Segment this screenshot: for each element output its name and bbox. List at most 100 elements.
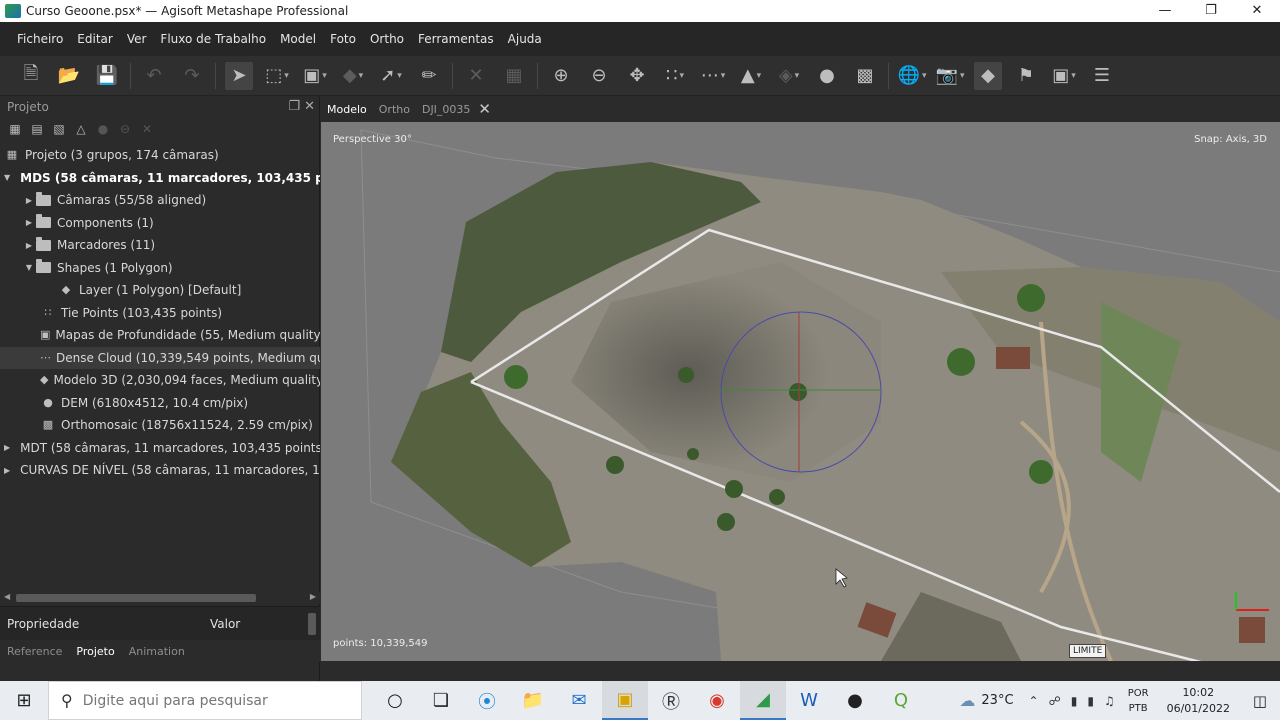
tree-item-project[interactable]: ▦ Projeto (3 grupos, 174 câmaras) xyxy=(0,144,320,167)
marker-tool-icon[interactable]: △ xyxy=(70,122,92,136)
app-c-icon[interactable]: Ⓡ xyxy=(648,681,694,720)
minimize-button[interactable]: — xyxy=(1142,0,1188,22)
zoom-out-icon[interactable]: ⊖ xyxy=(585,62,613,90)
task-view-icon[interactable]: ❏ xyxy=(418,681,464,720)
tree-item-tie-points[interactable]: ∷ Tie Points (103,435 points) xyxy=(0,302,320,325)
network-icon[interactable]: ☍ xyxy=(1049,694,1061,708)
move-object-icon[interactable]: ▣ xyxy=(301,62,329,90)
tree-item-model-3d[interactable]: ◆ Modelo 3D (2,030,094 faces, Medium qua… xyxy=(0,369,320,392)
expand-arrow-icon[interactable]: ▶ xyxy=(4,443,10,452)
layers-icon[interactable]: ☰ xyxy=(1088,62,1116,90)
tab-reference[interactable]: Reference xyxy=(7,645,62,658)
zoom-in-icon[interactable]: ⊕ xyxy=(547,62,575,90)
delete-icon[interactable]: ✕ xyxy=(136,122,158,136)
collapse-arrow-icon[interactable]: ▼ xyxy=(22,263,36,272)
edge-icon[interactable]: ⦿ xyxy=(464,681,510,720)
tree-item-chunk-mds[interactable]: ▼ MDS (58 câmaras, 11 marcadores, 103,43… xyxy=(0,167,320,190)
delete-selection-icon[interactable]: ✕ xyxy=(462,62,490,90)
qgis-icon[interactable]: Q xyxy=(878,681,924,720)
disable-icon[interactable]: ● xyxy=(92,122,114,136)
menu-foto[interactable]: Foto xyxy=(330,32,356,46)
open-folder-icon[interactable]: 📂 xyxy=(55,62,83,90)
new-file-icon[interactable]: 🗎 xyxy=(17,62,45,90)
taskbar-clock[interactable]: 10:02 06/01/2022 xyxy=(1167,685,1230,717)
word-icon[interactable]: W xyxy=(786,681,832,720)
tree-item-chunk-curvas[interactable]: ▶ CURVAS DE NÍVEL (58 câmaras, 11 marcad… xyxy=(0,459,320,482)
scroll-left-icon[interactable]: ◀ xyxy=(4,592,10,601)
tree-item-depth-maps[interactable]: ▣ Mapas de Profundidade (55, Medium qual… xyxy=(0,324,320,347)
remove-icon[interactable]: ⊖ xyxy=(114,122,136,136)
tab-animation[interactable]: Animation xyxy=(129,645,185,658)
menu-ferramentas[interactable]: Ferramentas xyxy=(418,32,494,46)
battery-icon[interactable]: ▮ xyxy=(1087,694,1094,708)
reset-view-icon[interactable]: ✥ xyxy=(623,62,651,90)
file-explorer-icon[interactable]: 📁 xyxy=(510,681,556,720)
collapse-arrow-icon[interactable]: ▼ xyxy=(4,173,10,182)
model-viewport[interactable]: Perspective 30° Snap: Axis, 3D points: 1… xyxy=(321,122,1280,661)
tab-dji-0035[interactable]: DJI_0035 xyxy=(422,103,470,116)
notifications-icon[interactable]: ◫ xyxy=(1240,692,1280,710)
close-tab-icon[interactable]: ✕ xyxy=(478,100,491,118)
image-icon[interactable]: ▣ xyxy=(1050,62,1078,90)
menu-ver[interactable]: Ver xyxy=(127,32,147,46)
windows-start-icon[interactable]: ⊞ xyxy=(0,681,48,720)
tiled-model-icon[interactable]: ◈ xyxy=(775,62,803,90)
menu-fluxo-de-trabalho[interactable]: Fluxo de Trabalho xyxy=(160,32,266,46)
camera-icon[interactable]: 📷 xyxy=(936,62,964,90)
dem-view-icon[interactable]: ● xyxy=(813,62,841,90)
tree-item-markers[interactable]: ▶ Marcadores (11) xyxy=(0,234,320,257)
save-icon[interactable]: 💾 xyxy=(93,62,121,90)
markers-flag-icon[interactable]: ⚑ xyxy=(1012,62,1040,90)
undo-icon[interactable]: ↶ xyxy=(140,62,168,90)
tree-item-cameras[interactable]: ▶ Câmaras (55/58 aligned) xyxy=(0,189,320,212)
expand-arrow-icon[interactable]: ▶ xyxy=(4,466,10,475)
mail-icon[interactable]: ✉ xyxy=(556,681,602,720)
tree-item-dem[interactable]: ● DEM (6180x4512, 10.4 cm/pix) xyxy=(0,392,320,415)
menu-editar[interactable]: Editar xyxy=(77,32,113,46)
app-dark-icon[interactable]: ● xyxy=(832,681,878,720)
sticky-notes-icon[interactable]: ▣ xyxy=(602,681,648,720)
tab-modelo[interactable]: Modelo xyxy=(327,103,367,116)
menu-model[interactable]: Model xyxy=(280,32,316,46)
menu-ficheiro[interactable]: Ficheiro xyxy=(17,32,63,46)
tie-points-view-icon[interactable]: ∷ xyxy=(661,62,689,90)
panel-float-close-icons[interactable]: ❐ ✕ xyxy=(288,99,315,114)
tray-chevron-icon[interactable]: ⌃ xyxy=(1029,694,1039,708)
language-indicator[interactable]: POR PTB xyxy=(1128,686,1149,716)
properties-scrollbar[interactable] xyxy=(308,613,316,635)
scroll-right-icon[interactable]: ▶ xyxy=(310,592,316,601)
taskbar-search-input[interactable] xyxy=(82,692,343,709)
rotate-object-icon[interactable]: ◆ xyxy=(339,62,367,90)
model-view-icon[interactable]: ▲ xyxy=(737,62,765,90)
tree-item-layer[interactable]: ◆ Layer (1 Polygon) [Default] xyxy=(0,279,320,302)
tree-horizontal-scrollbar[interactable]: ◀ ▶ xyxy=(0,592,320,604)
dense-cloud-view-icon[interactable]: ⋯ xyxy=(699,62,727,90)
metashape-taskbar-icon[interactable]: ◢ xyxy=(740,681,786,720)
microphone-icon[interactable]: ▮ xyxy=(1071,694,1078,708)
expand-arrow-icon[interactable]: ▶ xyxy=(22,196,36,205)
close-button[interactable]: ✕ xyxy=(1234,0,1280,22)
shapes-icon[interactable]: ◆ xyxy=(974,61,1002,90)
rectangle-selection-icon[interactable]: ⬚ xyxy=(263,62,291,90)
chrome-icon[interactable]: ◉ xyxy=(694,681,740,720)
menu-ajuda[interactable]: Ajuda xyxy=(508,32,542,46)
tab-projeto[interactable]: Projeto xyxy=(76,645,114,658)
add-markers-icon[interactable]: ▧ xyxy=(48,122,70,136)
tree-item-dense-cloud[interactable]: ⋯ Dense Cloud (10,339,549 points, Medium… xyxy=(0,346,320,369)
add-photos-icon[interactable]: ▤ xyxy=(26,122,48,136)
taskbar-search[interactable]: ⚲ xyxy=(48,681,362,720)
navigation-arrow-icon[interactable]: ➤ xyxy=(225,61,253,90)
draw-polyline-icon[interactable]: ➚ xyxy=(377,62,405,90)
tree-item-components[interactable]: ▶ Components (1) xyxy=(0,212,320,235)
expand-arrow-icon[interactable]: ▶ xyxy=(22,241,36,250)
redo-icon[interactable]: ↷ xyxy=(178,62,206,90)
tree-item-chunk-mdt[interactable]: ▶ MDT (58 câmaras, 11 marcadores, 103,43… xyxy=(0,437,320,460)
tree-item-orthomosaic[interactable]: ▩ Orthomosaic (18756x11524, 2.59 cm/pix) xyxy=(0,414,320,437)
globe-icon[interactable]: 🌐 xyxy=(898,62,926,90)
tab-ortho[interactable]: Ortho xyxy=(379,103,410,116)
crop-selection-icon[interactable]: ▦ xyxy=(500,62,528,90)
ruler-icon[interactable]: ✏ xyxy=(415,62,443,90)
cortana-icon[interactable]: ○ xyxy=(372,681,418,720)
orthomosaic-view-icon[interactable]: ▩ xyxy=(851,62,879,90)
menu-ortho[interactable]: Ortho xyxy=(370,32,404,46)
